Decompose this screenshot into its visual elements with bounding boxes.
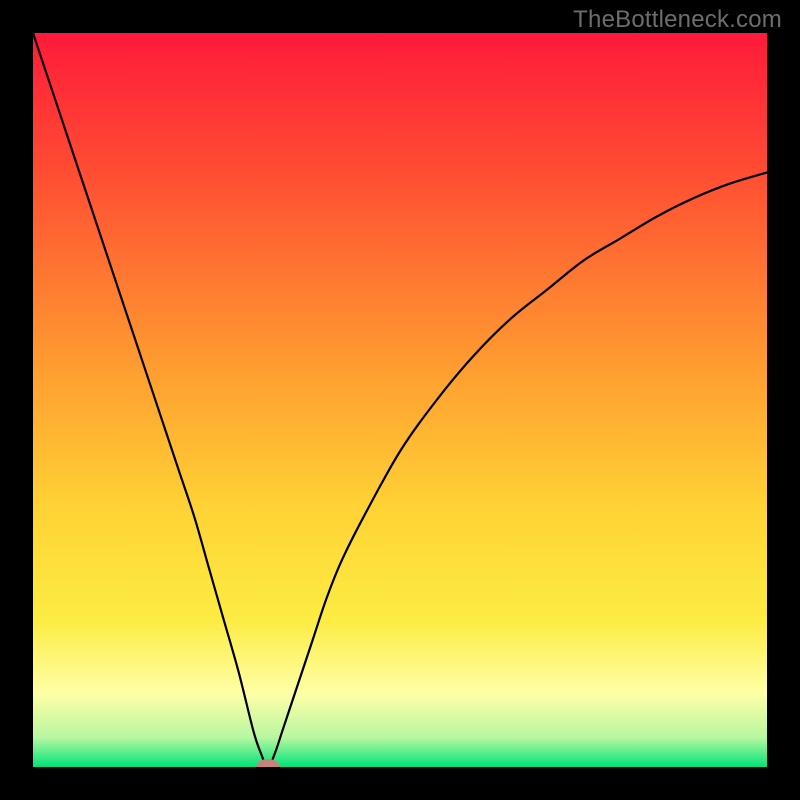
chart-frame: TheBottleneck.com — [0, 0, 800, 800]
plot-area — [33, 33, 767, 767]
gradient-background — [33, 33, 767, 767]
watermark-text: TheBottleneck.com — [573, 6, 782, 34]
bottleneck-chart — [33, 33, 767, 767]
